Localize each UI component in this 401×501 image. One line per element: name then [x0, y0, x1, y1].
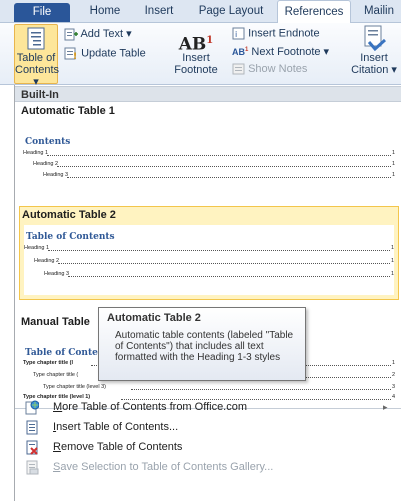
menu-item-label: emove Table of Contents [60, 441, 183, 453]
tooltip-description: Automatic table contents (labeled "Table… [115, 330, 294, 363]
toc-preview-page: 1 [391, 172, 395, 178]
toc-preview-leader [67, 177, 391, 178]
menu-item-accesskey: R [53, 441, 61, 453]
tab-references[interactable]: References [277, 0, 351, 24]
table-of-contents-icon [27, 27, 45, 50]
menu-item-label: ave Selection to Table of Contents Galle… [60, 461, 274, 473]
save-selection-to-gallery-item[interactable]: Save Selection to Table of Contents Gall… [15, 458, 401, 477]
references-ribbon: Table of Contents ▾ Add Text ▾ ! Update … [0, 23, 401, 88]
toc-preview-page: 1 [391, 360, 395, 366]
toc-preview-leader [48, 250, 390, 251]
next-footnote-button[interactable]: AB1 Next Footnote ▾ [232, 45, 329, 58]
gallery-item-title: Manual Table [21, 316, 90, 328]
show-notes-label: Show Notes [248, 63, 308, 75]
section-header-built-in: Built-In [15, 86, 401, 102]
submenu-arrow-icon: ▸ [383, 402, 388, 412]
toc-preview: Table of Contents Heading 1 1 Heading 2 … [24, 225, 394, 295]
menu-item-accesskey: M [53, 401, 63, 413]
toc-preview-page: 2 [391, 372, 395, 378]
tooltip-title: Automatic Table 2 [107, 312, 201, 324]
gallery-item-automatic-table-1[interactable]: Automatic Table 1 Contents Heading 1 1 H… [19, 103, 399, 191]
toc-preview-leader [131, 389, 391, 390]
toc-preview-line: Heading 1 [23, 150, 49, 156]
tab-insert[interactable]: Insert [138, 0, 180, 22]
update-table-button[interactable]: ! Update Table [64, 47, 146, 62]
toc-preview-leader [58, 263, 390, 264]
insert-citation-label-line1: Insert [360, 52, 388, 64]
insert-footnote-button[interactable]: AB1 Insert Footnote [173, 24, 219, 76]
toc-preview-leader [57, 166, 391, 167]
gallery-item-title: Automatic Table 1 [21, 105, 115, 117]
insert-toc-icon [26, 420, 38, 435]
tooltip: Automatic Table 2 Automatic table conten… [98, 307, 306, 381]
add-text-label: Add Text ▾ [80, 28, 132, 40]
toc-preview-page: 1 [390, 271, 394, 277]
insert-endnote-button[interactable]: i Insert Endnote [232, 27, 320, 40]
tab-mailings[interactable]: Mailin [357, 0, 401, 22]
footnote-icon: AB1 [173, 24, 219, 55]
more-toc-from-office-item[interactable]: More Table of Contents from Office.com ▸ [15, 398, 401, 417]
add-text-button[interactable]: Add Text ▾ [64, 27, 132, 41]
tab-page-layout[interactable]: Page Layout [193, 0, 269, 22]
ribbon-tab-bar: File Home Insert Page Layout References … [0, 0, 401, 24]
toc-preview-line: Type chapter title (level 3) [43, 384, 106, 390]
table-of-contents-label-line1: Table of [16, 52, 56, 64]
toc-preview-leader [68, 276, 390, 277]
toc-preview-page: 1 [391, 150, 395, 156]
insert-citation-icon [364, 25, 387, 52]
insert-toc-item[interactable]: Insert Table of Contents... [15, 418, 401, 437]
toc-preview-page: 1 [391, 161, 395, 167]
tab-home[interactable]: Home [80, 0, 130, 22]
footnote-superscript: 1 [206, 35, 214, 46]
next-footnote-icon: AB1 [232, 47, 249, 57]
update-table-icon: ! [64, 47, 77, 62]
toc-preview-title: Table of Conte [25, 348, 98, 358]
toc-preview-line: Heading 1 [24, 245, 50, 251]
table-of-contents-button[interactable]: Table of Contents ▾ [14, 24, 59, 88]
tab-file[interactable]: File [14, 3, 70, 22]
toc-preview-page: 1 [390, 258, 394, 264]
toc-preview-line: Heading 2 [33, 161, 59, 167]
insert-citation-label-line2: Citation ▾ [351, 64, 397, 76]
remove-toc-icon [26, 440, 38, 455]
insert-citation-button[interactable]: Insert Citation ▾ [347, 24, 401, 76]
menu-item-label: ore Table of Contents from Office.com [62, 401, 248, 413]
toc-preview: Contents Heading 1 1 Heading 2 1 Heading… [23, 121, 395, 189]
add-text-icon [64, 28, 78, 41]
toc-preview-line: Heading 3 [43, 172, 69, 178]
insert-endnote-icon: i [232, 27, 245, 40]
toc-preview-line: Type chapter title ( [33, 372, 79, 378]
toc-preview-page: 3 [391, 384, 395, 390]
next-footnote-label: Next Footnote ▾ [251, 46, 330, 58]
remove-toc-item[interactable]: Remove Table of Contents [15, 438, 401, 457]
toc-preview-page: 1 [390, 245, 394, 251]
toc-preview-line: Type chapter title (l [23, 360, 74, 366]
svg-text:i: i [235, 30, 237, 39]
show-notes-icon [232, 63, 245, 75]
show-notes-button[interactable]: Show Notes [232, 63, 307, 75]
table-of-contents-dropdown: Built-In Automatic Table 1 Contents Head… [14, 85, 401, 501]
insert-endnote-label: Insert Endnote [248, 27, 320, 40]
toc-preview-line: Heading 2 [34, 258, 60, 264]
office-online-icon [25, 400, 39, 415]
update-table-label: Update Table [81, 47, 146, 60]
toc-preview-title: Table of Contents [26, 232, 115, 242]
menu-item-label: nsert Table of Contents... [56, 421, 179, 433]
gallery-item-automatic-table-2[interactable]: Automatic Table 2 Table of Contents Head… [19, 206, 399, 300]
save-selection-icon [26, 460, 39, 475]
toc-preview-title: Contents [25, 137, 71, 147]
toc-preview-line: Heading 3 [44, 271, 70, 277]
gallery-item-title: Automatic Table 2 [22, 209, 116, 221]
toc-preview-leader [47, 155, 391, 156]
svg-text:!: ! [73, 52, 77, 60]
insert-footnote-label-line2: Footnote [174, 64, 218, 76]
